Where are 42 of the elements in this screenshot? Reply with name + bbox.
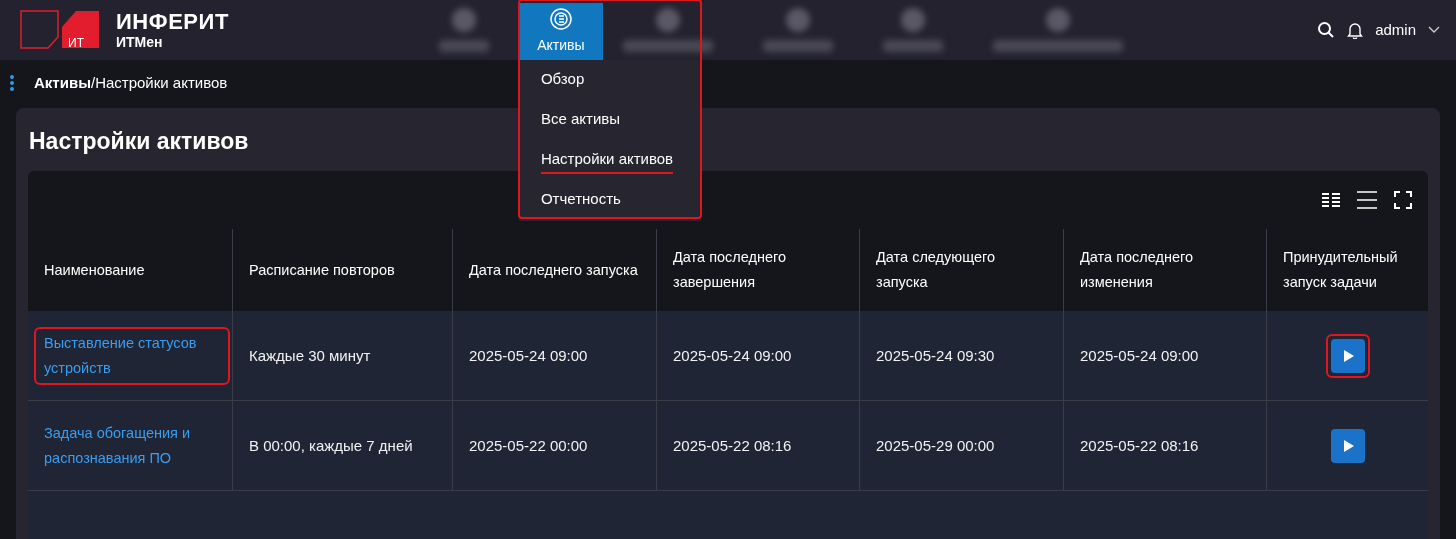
task-link[interactable]: Задача обогащения и распознавания ПО bbox=[44, 420, 220, 471]
table-cell-text: Каждые 30 минут bbox=[249, 346, 371, 366]
badge-text: ИТ bbox=[68, 35, 84, 52]
menu-item[interactable]: Обзор bbox=[540, 67, 585, 95]
user-name[interactable]: admin bbox=[1375, 18, 1416, 42]
column-header: Дата последнего изменения bbox=[1080, 248, 1195, 292]
breadcrumb-current: Настройки активов bbox=[95, 72, 228, 93]
search-icon[interactable] bbox=[1317, 21, 1336, 39]
breadcrumb-link[interactable]: Активы bbox=[34, 71, 91, 95]
fullscreen-icon[interactable] bbox=[1394, 191, 1412, 209]
table-cell-text: 2025-05-24 09:30 bbox=[876, 346, 995, 366]
bell-icon[interactable] bbox=[1347, 21, 1364, 39]
nav-tab[interactable]: Активы bbox=[518, 3, 603, 60]
columns-icon[interactable] bbox=[1322, 192, 1340, 208]
table-cell-text: 2025-05-24 09:00 bbox=[1080, 346, 1199, 366]
brand-name: ИНФЕРИТ bbox=[116, 11, 229, 33]
logo-icon bbox=[20, 10, 100, 50]
table-cell-text: 2025-05-24 09:00 bbox=[469, 346, 588, 366]
breadcrumb-separator: / bbox=[90, 72, 96, 93]
menu-item[interactable]: Отчетность bbox=[540, 187, 621, 215]
menu-item[interactable]: Все активы bbox=[540, 107, 621, 135]
column-header: Наименование bbox=[44, 260, 145, 280]
table-cell-text: 2025-05-24 09:00 bbox=[673, 346, 792, 366]
table-cell-text: В 00:00, каждые 7 дней bbox=[249, 436, 413, 456]
list-icon[interactable] bbox=[1357, 191, 1377, 209]
column-header: Принудительный запуск задачи bbox=[1283, 248, 1399, 292]
play-button[interactable] bbox=[1330, 428, 1365, 463]
table-cell-text: 2025-05-22 08:16 bbox=[1080, 436, 1199, 456]
product-name: ИТМен bbox=[116, 35, 164, 49]
column-header: Дата следующего запуска bbox=[876, 248, 997, 292]
menu-item[interactable]: Настройки активов bbox=[540, 147, 674, 175]
table-cell-text: 2025-05-22 08:16 bbox=[673, 436, 792, 456]
table-cell-text: 2025-05-29 00:00 bbox=[876, 436, 995, 456]
globe-list-icon bbox=[548, 7, 573, 31]
chevron-down-icon[interactable] bbox=[1428, 26, 1440, 34]
kebab-icon[interactable] bbox=[10, 75, 14, 91]
column-header: Расписание повторов bbox=[249, 260, 395, 280]
page-title: Настройки активов bbox=[29, 127, 249, 154]
column-header: Дата последнего запуска bbox=[469, 260, 638, 280]
table-cell-text: 2025-05-22 00:00 bbox=[469, 436, 588, 456]
column-header: Дата последнего завершения bbox=[673, 248, 788, 292]
task-link[interactable]: Выставление статусов устройств bbox=[44, 330, 220, 381]
